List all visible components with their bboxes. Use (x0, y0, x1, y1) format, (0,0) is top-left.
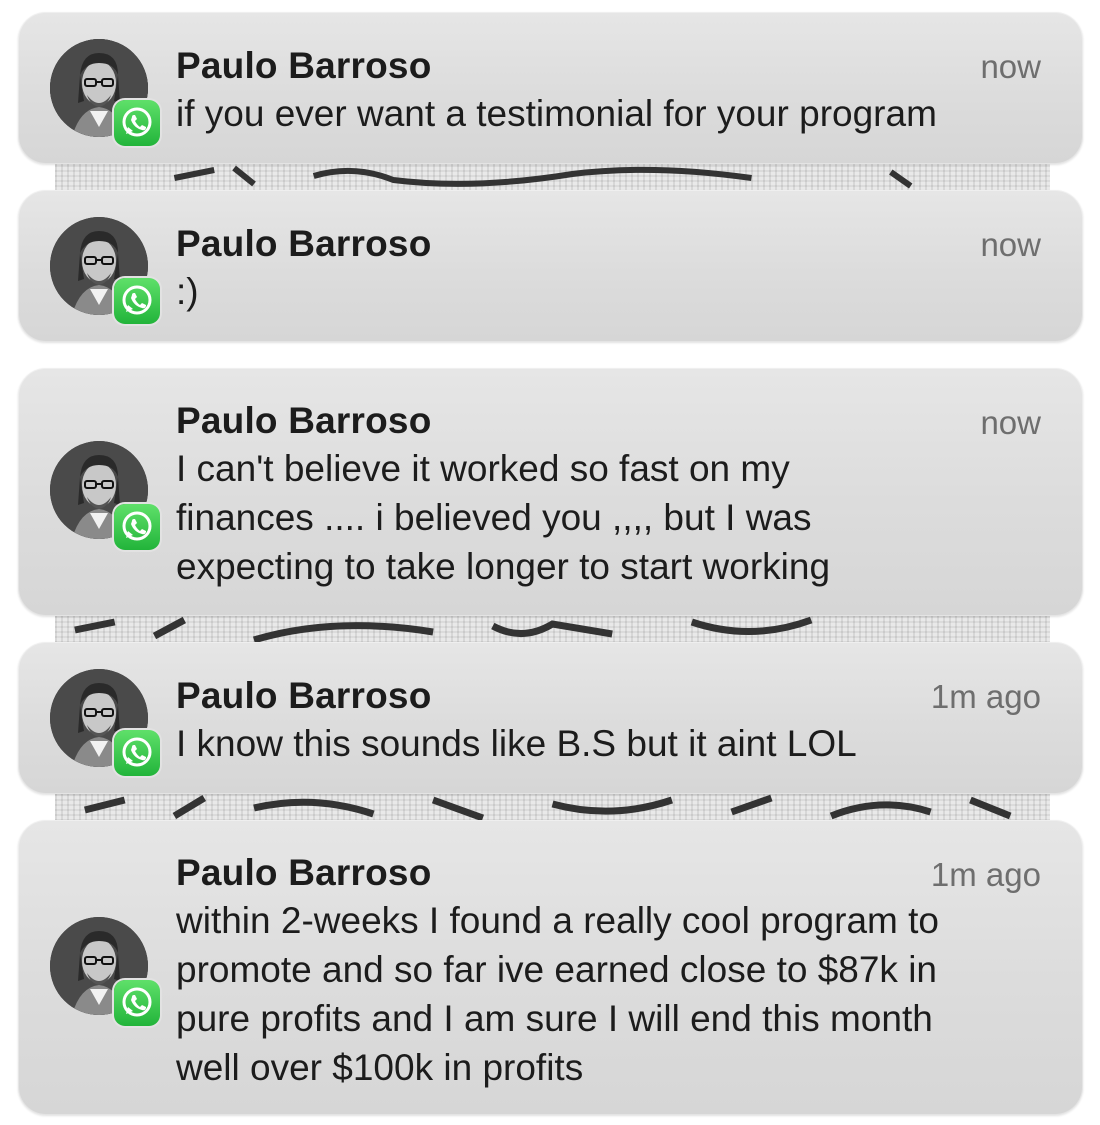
notification-card[interactable]: Paulo Barroso now :) (18, 190, 1083, 342)
timestamp: 1m ago (930, 678, 1041, 715)
message-text: if you ever want a testimonial for your … (176, 93, 937, 134)
whatsapp-icon (114, 730, 160, 776)
sender-name: Paulo Barroso (176, 223, 432, 264)
message-text: within 2-weeks I found a really cool pro… (176, 900, 939, 1088)
timestamp: 1m ago (930, 856, 1041, 893)
sender-name: Paulo Barroso (176, 852, 432, 893)
whatsapp-icon (114, 980, 160, 1026)
whatsapp-icon (114, 504, 160, 550)
notification-card[interactable]: Paulo Barroso now if you ever want a tes… (18, 12, 1083, 164)
timestamp: now (980, 404, 1041, 441)
sender-name: Paulo Barroso (176, 45, 432, 86)
notification-card[interactable]: Paulo Barroso 1m ago I know this sounds … (18, 642, 1083, 794)
sender-name: Paulo Barroso (176, 400, 432, 441)
message-text: I can't believe it worked so fast on my … (176, 448, 831, 587)
notification-card[interactable]: Paulo Barroso now I can't believe it wor… (18, 368, 1083, 616)
timestamp: now (980, 48, 1041, 85)
sender-name: Paulo Barroso (176, 675, 432, 716)
message-text: I know this sounds like B.S but it aint … (176, 723, 857, 764)
whatsapp-icon (114, 100, 160, 146)
message-text: :) (176, 271, 199, 312)
timestamp: now (980, 226, 1041, 263)
notification-card[interactable]: Paulo Barroso 1m ago within 2-weeks I fo… (18, 820, 1083, 1115)
whatsapp-icon (114, 278, 160, 324)
torn-paper-strip (55, 160, 1050, 192)
